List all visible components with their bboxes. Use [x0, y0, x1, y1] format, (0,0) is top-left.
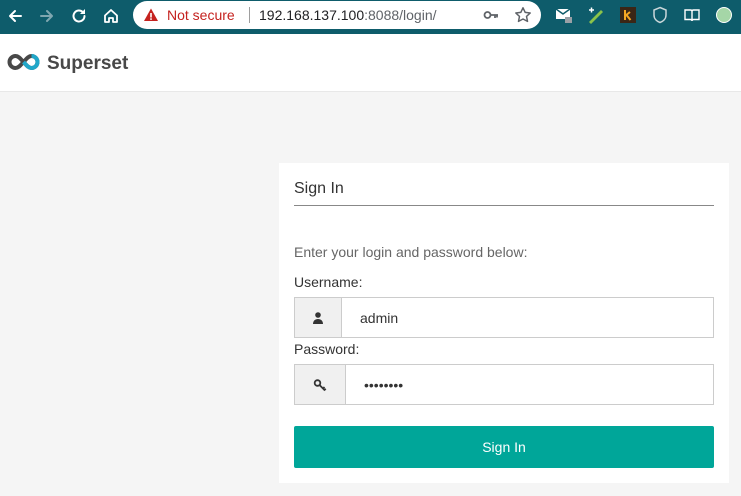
- panel-title: Sign In: [294, 180, 344, 197]
- username-input-group: [294, 297, 714, 338]
- k-extension-icon[interactable]: [619, 6, 637, 24]
- brand-name[interactable]: Superset: [47, 53, 128, 75]
- login-panel: Sign In Enter your login and password be…: [279, 163, 729, 483]
- password-input[interactable]: [346, 365, 713, 404]
- shield-extension-icon[interactable]: [651, 6, 669, 24]
- home-icon: [104, 9, 118, 23]
- username-addon: [295, 298, 342, 337]
- profile-avatar-icon[interactable]: [715, 6, 733, 24]
- password-input-group: [294, 364, 714, 405]
- security-label[interactable]: Not secure: [167, 7, 235, 23]
- url-host: 192.168.137.100: [259, 7, 365, 23]
- omnibox-separator: [249, 7, 250, 23]
- url-text[interactable]: 192.168.137.100:8088/login/: [259, 7, 437, 23]
- key-icon: [313, 378, 327, 391]
- warning-icon[interactable]: [143, 7, 159, 23]
- mail-extension-icon[interactable]: [555, 6, 573, 24]
- forward-button[interactable]: [36, 5, 58, 27]
- user-icon: [313, 311, 323, 324]
- url-path: :8088/login/: [364, 7, 437, 23]
- username-label: Username:: [294, 274, 363, 290]
- app-navbar: Superset: [0, 34, 741, 92]
- login-prompt: Enter your login and password below:: [294, 244, 528, 260]
- reload-icon: [72, 9, 86, 23]
- star-icon[interactable]: [514, 6, 532, 24]
- superset-logo-icon[interactable]: [7, 53, 40, 71]
- key-icon[interactable]: [483, 7, 499, 23]
- editor-extension-icon[interactable]: [587, 6, 605, 24]
- back-icon: [9, 10, 22, 22]
- password-addon: [295, 365, 346, 404]
- reload-button[interactable]: [68, 5, 90, 27]
- browser-toolbar: Not secure 192.168.137.100:8088/login/: [0, 0, 741, 34]
- address-bar[interactable]: Not secure 192.168.137.100:8088/login/: [133, 1, 541, 29]
- reading-list-icon[interactable]: [683, 6, 701, 24]
- back-button[interactable]: [4, 5, 26, 27]
- forward-icon: [40, 10, 53, 22]
- home-button[interactable]: [100, 5, 122, 27]
- username-input[interactable]: [342, 298, 713, 337]
- password-label: Password:: [294, 341, 360, 357]
- sign-in-button[interactable]: Sign In: [294, 426, 714, 468]
- title-divider: [294, 205, 714, 206]
